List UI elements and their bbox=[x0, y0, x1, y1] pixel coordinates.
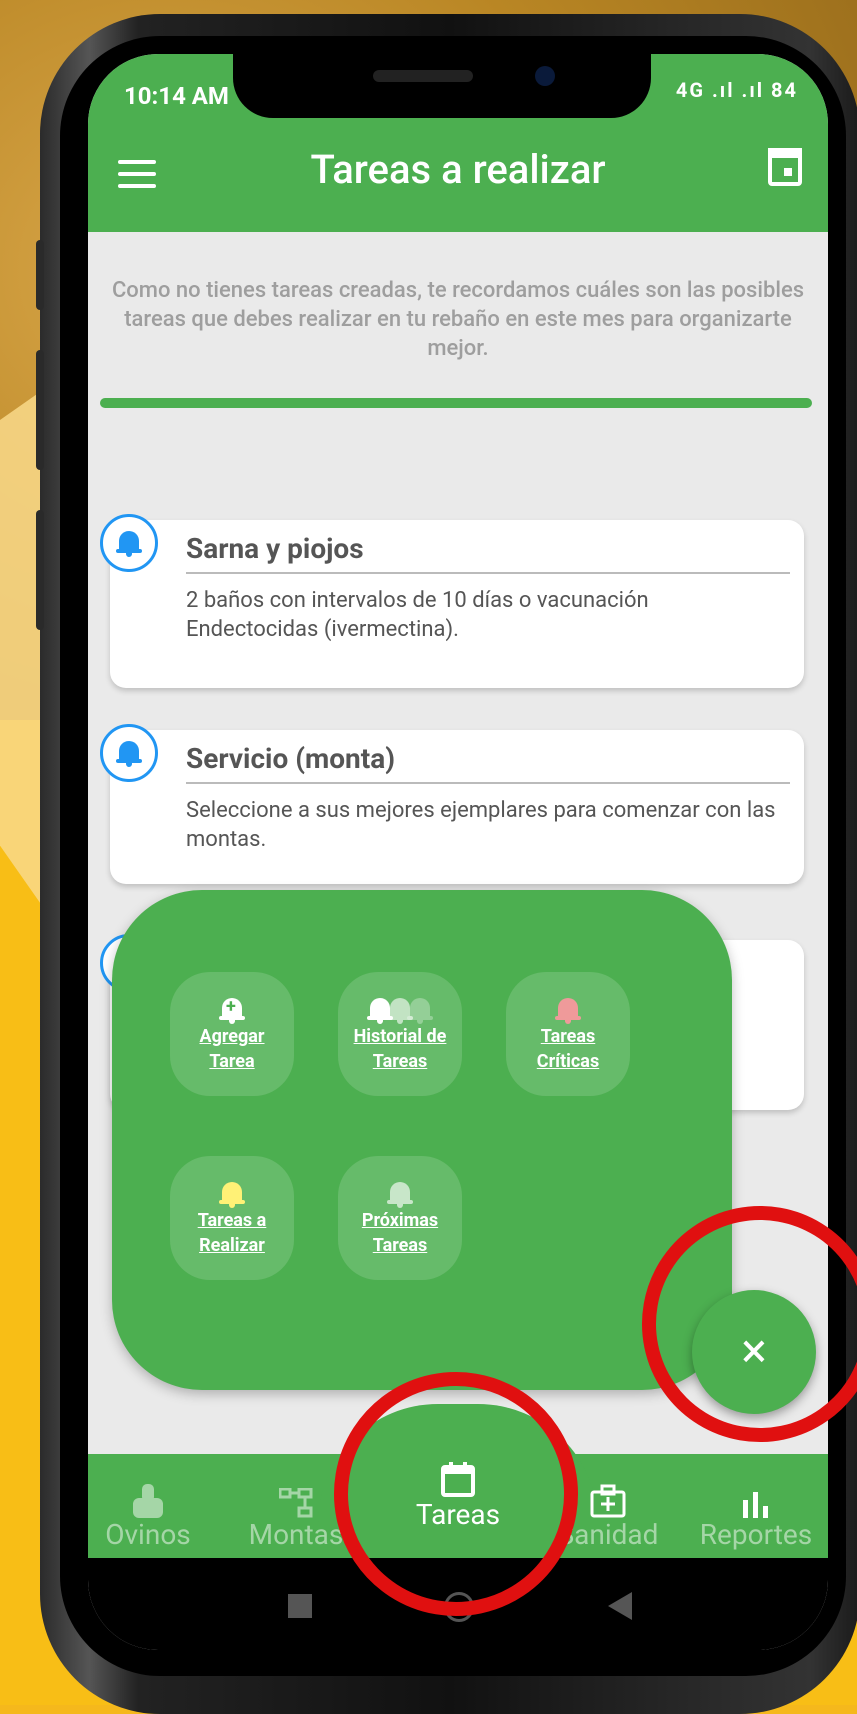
fab-item-label: Historial de Tareas bbox=[353, 1026, 447, 1072]
fab-item-label: Tareas Críticas bbox=[536, 1026, 600, 1072]
bell-plus-icon: + bbox=[170, 972, 294, 1024]
task-history-button[interactable]: Historial de Tareas bbox=[338, 972, 462, 1096]
todo-tasks-button[interactable]: Tareas a Realizar bbox=[170, 1156, 294, 1280]
nav-label: Reportes bbox=[699, 1518, 813, 1551]
progress-bar bbox=[100, 398, 812, 408]
add-task-button[interactable]: + Agregar Tarea bbox=[170, 972, 294, 1096]
critical-tasks-button[interactable]: Tareas Críticas bbox=[506, 972, 630, 1096]
task-title: Sarna y piojos bbox=[186, 532, 364, 565]
bell-history-icon bbox=[338, 972, 462, 1024]
app-bar: Tareas a realizar bbox=[88, 118, 828, 232]
status-icons: 4G .ıl .ıl 84 bbox=[675, 78, 798, 102]
phone-volume-down bbox=[36, 510, 44, 630]
title-divider bbox=[186, 572, 790, 574]
bell-icon bbox=[100, 724, 158, 782]
task-title: Servicio (monta) bbox=[186, 742, 396, 775]
bar-chart-icon bbox=[682, 1468, 828, 1518]
upcoming-tasks-button[interactable]: Próximas Tareas bbox=[338, 1156, 462, 1280]
task-card[interactable]: Sarna y piojos 2 baños con intervalos de… bbox=[100, 514, 804, 688]
nav-label: Ovinos bbox=[105, 1518, 191, 1551]
back-icon[interactable] bbox=[608, 1592, 632, 1620]
fab-item-label: Agregar Tarea bbox=[199, 1026, 265, 1072]
camera-notch bbox=[233, 54, 651, 118]
task-description: 2 baños con intervalos de 10 días o vacu… bbox=[186, 588, 649, 642]
bell-critical-icon bbox=[506, 972, 630, 1024]
intro-text: Como no tienes tareas creadas, te record… bbox=[111, 278, 805, 361]
front-camera bbox=[535, 66, 555, 86]
title-divider bbox=[186, 782, 790, 784]
sheep-icon bbox=[88, 1468, 222, 1518]
nav-item-reportes[interactable]: Reportes bbox=[682, 1454, 828, 1558]
task-card[interactable]: Servicio (monta) Seleccione a sus mejore… bbox=[100, 724, 804, 884]
fab-item-label: Tareas a Realizar bbox=[197, 1210, 267, 1256]
bell-icon bbox=[100, 514, 158, 572]
speaker-grille bbox=[373, 70, 473, 82]
task-description: Seleccione a sus mejores ejemplares para… bbox=[186, 798, 776, 852]
status-time: 10:14 AM bbox=[124, 82, 229, 110]
fab-menu-panel: + Agregar Tarea Historial de Tareas Tare… bbox=[112, 890, 732, 1390]
phone-side-button bbox=[36, 240, 44, 310]
phone-volume-up bbox=[36, 350, 44, 470]
bell-todo-icon bbox=[170, 1156, 294, 1208]
nav-item-ovinos[interactable]: Ovinos bbox=[88, 1454, 222, 1558]
fab-item-label: Próximas Tareas bbox=[361, 1210, 439, 1256]
recent-apps-icon[interactable] bbox=[288, 1594, 312, 1618]
bell-upcoming-icon bbox=[338, 1156, 462, 1208]
page-title: Tareas a realizar bbox=[310, 146, 606, 193]
calendar-icon[interactable] bbox=[768, 148, 802, 186]
